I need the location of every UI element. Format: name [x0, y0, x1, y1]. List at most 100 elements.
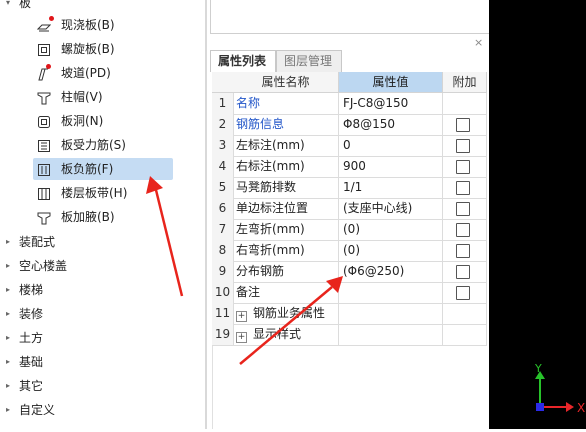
row-index: 8	[212, 240, 234, 262]
expand-right-icon[interactable]: ▸	[6, 279, 10, 301]
tree-item-ramp[interactable]: 坡道(PD)	[33, 62, 173, 84]
property-name: 马凳筋排数	[233, 177, 339, 199]
property-value[interactable]: 900	[339, 156, 443, 178]
tree-node-label: 板	[19, 0, 32, 10]
property-name-text: 右标注(mm)	[236, 159, 305, 173]
property-value[interactable]: (Φ6@250)	[339, 261, 443, 283]
attach-checkbox[interactable]	[456, 265, 470, 279]
expand-plus-icon[interactable]: +	[236, 311, 247, 322]
property-panel: × 属性列表 图层管理 属性名称 属性值 附加 1 名称 FJ-C8@150 2 钢筋信…	[207, 0, 491, 429]
expand-right-icon[interactable]: ▸	[6, 327, 10, 349]
property-value[interactable]	[339, 282, 443, 304]
tree-item-column-cap[interactable]: 柱帽(V)	[33, 86, 173, 108]
property-name: 单边标注位置	[233, 198, 339, 220]
property-name-text: 备注	[236, 285, 261, 299]
row-index: 11	[212, 303, 234, 325]
tree-group[interactable]: ▸ 装配式	[0, 231, 200, 253]
tree-item-label: 柱帽(V)	[61, 90, 103, 104]
tab-layer-management[interactable]: 图层管理	[276, 50, 342, 72]
row-index: 7	[212, 219, 234, 241]
property-extra	[443, 156, 487, 178]
expand-right-icon[interactable]: ▸	[6, 303, 10, 325]
row-index: 1	[212, 93, 234, 115]
property-value[interactable]	[339, 324, 443, 346]
attach-checkbox[interactable]	[456, 181, 470, 195]
tree-group-label: 楼梯	[19, 283, 44, 297]
property-extra	[443, 177, 487, 199]
header-value: 属性值	[339, 72, 443, 93]
tree-group[interactable]: ▸ 其它	[0, 375, 200, 397]
row-index: 3	[212, 135, 234, 157]
property-value[interactable]: (0)	[339, 240, 443, 262]
row-index: 19	[212, 324, 234, 346]
attach-checkbox[interactable]	[456, 202, 470, 216]
property-extra	[443, 219, 487, 241]
tree-group[interactable]: ▸ 基础	[0, 351, 200, 373]
status-dot-icon	[49, 16, 54, 21]
drawing-list-area	[210, 0, 491, 34]
tree-group[interactable]: ▸ 土方	[0, 327, 200, 349]
property-name: + 显示样式	[233, 324, 339, 346]
tree-item-slab-rebar[interactable]: 板受力筋(S)	[33, 134, 173, 156]
tree-item-spiral-slab[interactable]: 螺旋板(B)	[33, 38, 173, 60]
x-axis-label: X	[577, 401, 585, 415]
tree-group[interactable]: ▸ 自定义	[0, 399, 200, 421]
tree-item-slab-haunch[interactable]: 板加腋(B)	[33, 206, 173, 228]
expand-right-icon[interactable]: ▸	[6, 351, 10, 373]
attach-checkbox[interactable]	[456, 160, 470, 174]
axis-gizmo: Y X	[534, 362, 585, 415]
property-extra	[443, 261, 487, 283]
property-value[interactable]: 0	[339, 135, 443, 157]
property-name-text: 分布钢筋	[236, 264, 285, 278]
property-value[interactable]: Φ8@150	[339, 114, 443, 136]
x-axis-arrow	[566, 402, 574, 412]
tree-group-label: 土方	[19, 331, 44, 345]
property-value[interactable]	[339, 303, 443, 325]
property-name-text: 钢筋业务属性	[253, 306, 326, 320]
property-value[interactable]: (0)	[339, 219, 443, 241]
tree-group-label: 空心楼盖	[19, 259, 68, 273]
attach-checkbox[interactable]	[456, 223, 470, 237]
slab-rebar-icon	[37, 138, 51, 152]
close-icon[interactable]: ×	[474, 36, 483, 49]
property-extra	[443, 303, 487, 325]
property-value[interactable]: FJ-C8@150	[339, 93, 443, 115]
attach-checkbox[interactable]	[456, 139, 470, 153]
tree-item-label: 板受力筋(S)	[61, 138, 126, 152]
attach-checkbox[interactable]	[456, 286, 470, 300]
property-extra	[443, 324, 487, 346]
tree-item-negative-rebar[interactable]: 板负筋(F)	[33, 158, 173, 180]
floor-strip-icon	[37, 186, 51, 200]
tree-group[interactable]: ▸ 装修	[0, 303, 200, 325]
property-extra	[443, 135, 487, 157]
tree-item-slab-hole[interactable]: 板洞(N)	[33, 110, 173, 132]
tree-item-label: 板洞(N)	[61, 114, 104, 128]
expand-right-icon[interactable]: ▸	[6, 255, 10, 277]
tree-item-slab[interactable]: 现浇板(B)	[33, 14, 173, 36]
header-index	[212, 72, 234, 93]
expand-down-icon[interactable]: ▾	[6, 0, 10, 14]
tree-group[interactable]: ▸ 空心楼盖	[0, 255, 200, 277]
tab-property-list[interactable]: 属性列表	[210, 50, 276, 72]
component-tree: ▾ 板 现浇板(B) 螺旋板(B) 坡道(PD) 柱帽(V) 板洞(N) 板受力筋(S) 板…	[0, 0, 205, 429]
tree-item-label: 楼层板带(H)	[61, 186, 128, 200]
attach-checkbox[interactable]	[456, 244, 470, 258]
attach-checkbox[interactable]	[456, 118, 470, 132]
drawing-viewport[interactable]: Y X	[489, 0, 586, 429]
property-name: 左弯折(mm)	[233, 219, 339, 241]
property-value[interactable]: 1/1	[339, 177, 443, 199]
property-name: 名称	[233, 93, 339, 115]
property-name-text: 单边标注位置	[236, 201, 309, 215]
expand-right-icon[interactable]: ▸	[6, 399, 10, 421]
z-axis-marker	[536, 403, 544, 411]
tree-group[interactable]: ▸ 楼梯	[0, 279, 200, 301]
tree-group-label: 其它	[19, 379, 44, 393]
expand-plus-icon[interactable]: +	[236, 332, 247, 343]
header-extra: 附加	[443, 72, 487, 93]
expand-right-icon[interactable]: ▸	[6, 231, 10, 253]
row-index: 5	[212, 177, 234, 199]
tree-item-floor-strip[interactable]: 楼层板带(H)	[33, 182, 173, 204]
expand-right-icon[interactable]: ▸	[6, 375, 10, 397]
property-extra	[443, 282, 487, 304]
property-value[interactable]: (支座中心线)	[339, 198, 443, 220]
